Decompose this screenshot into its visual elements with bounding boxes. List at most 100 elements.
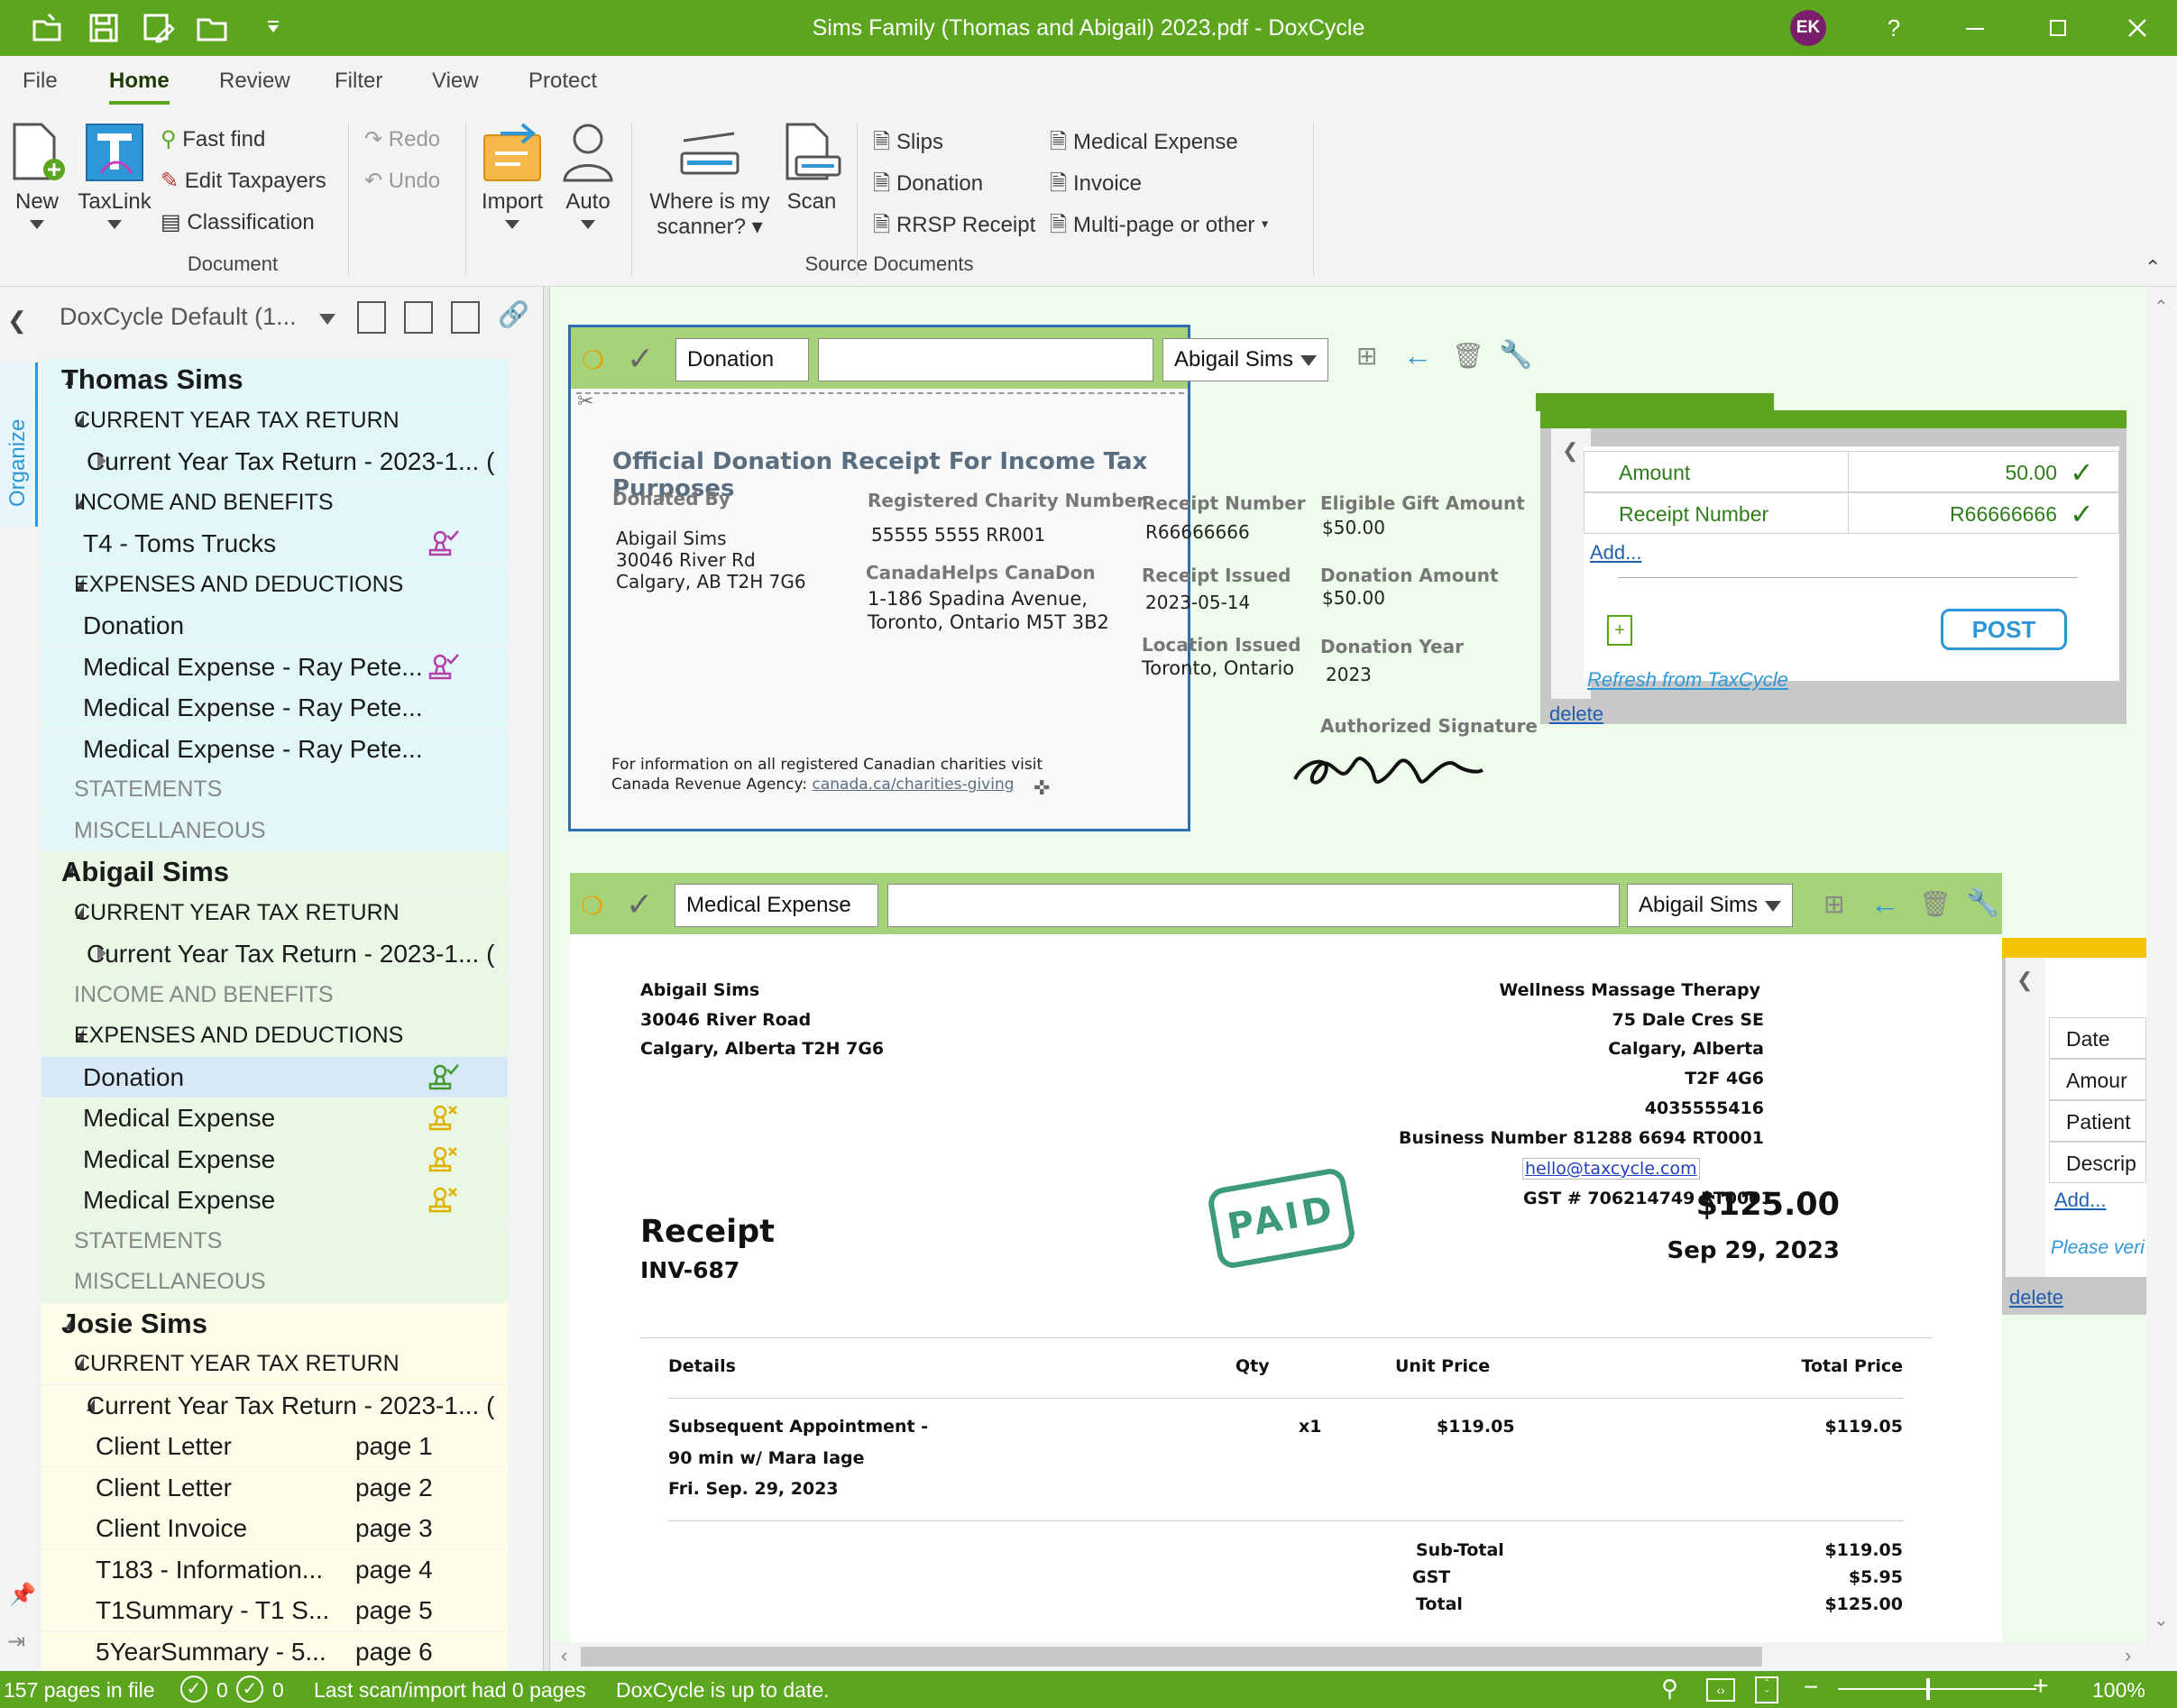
chevron-left-icon[interactable]: ❮ xyxy=(2016,969,2033,992)
tree-category[interactable]: EXPENSES AND DEDUCTIONS xyxy=(41,564,508,605)
dock-icon[interactable]: ⇥ xyxy=(7,1629,25,1655)
tree-page[interactable]: T1Summary - T1 S... page 5 xyxy=(41,1590,508,1630)
scroll-right-icon[interactable]: › xyxy=(2125,1644,2131,1667)
chevron-down-icon[interactable] xyxy=(319,314,335,325)
taxlink-small-icon[interactable]: ⊞ xyxy=(1356,341,1377,371)
donation-button[interactable]: 🗎 Donation xyxy=(873,168,983,205)
zoom-search-icon[interactable]: ⚲ xyxy=(1661,1675,1678,1703)
add-field-link[interactable]: Add... xyxy=(1590,541,1641,565)
collapse-pane-icon[interactable]: ❮ xyxy=(7,307,27,335)
auto-button[interactable]: Auto xyxy=(554,123,622,240)
tree-category[interactable]: INCOME AND BENEFITS xyxy=(41,974,508,1015)
delete-link[interactable]: delete xyxy=(2009,1286,2063,1309)
taxpayer-select[interactable]: Abigail Sims xyxy=(1627,884,1793,927)
expand-list-icon[interactable] xyxy=(451,301,480,334)
where-is-my-scanner-button[interactable]: Where is my scanner? ▾ xyxy=(640,123,779,249)
tree-page[interactable]: Client Letter page 1 xyxy=(41,1426,508,1466)
tree-page[interactable]: Client Invoice page 3 xyxy=(41,1508,508,1548)
maximize-button[interactable] xyxy=(2031,0,2085,56)
rrsp-receipt-button[interactable]: 🗎 RRSP Receipt xyxy=(873,209,1035,246)
new-document-icon[interactable]: + xyxy=(1607,615,1632,646)
minimize-button[interactable] xyxy=(1948,0,2002,56)
tree-item[interactable]: Donation xyxy=(41,1056,508,1097)
redo-button[interactable]: ↷ Redo xyxy=(364,126,440,152)
scroll-up-icon[interactable]: ⌃ xyxy=(2154,296,2169,318)
menu-file[interactable]: File xyxy=(23,69,58,94)
scrollbar-thumb[interactable] xyxy=(581,1647,1762,1667)
close-button[interactable] xyxy=(2110,0,2164,56)
tree-category[interactable]: MISCELLANEOUS xyxy=(41,810,508,851)
taxlink-small-icon[interactable]: ⊞ xyxy=(1823,889,1844,919)
delete-link[interactable]: delete xyxy=(1549,702,1603,726)
checklist-icon[interactable] xyxy=(404,301,433,334)
tree-item[interactable]: Medical Expense - Ray Pete... xyxy=(41,687,508,728)
tree-person[interactable]: Josie Sims xyxy=(41,1302,508,1344)
tree-person[interactable]: Thomas Sims xyxy=(41,359,508,399)
zoom-in-icon[interactable]: + xyxy=(2033,1671,2049,1702)
tree-item[interactable]: Medical Expense xyxy=(41,1138,508,1180)
slips-button[interactable]: 🗎 Slips xyxy=(873,126,943,163)
scroll-down-icon[interactable]: ⌄ xyxy=(2154,1609,2169,1631)
medical-expense-document[interactable]: ❍ ✓ Medical Expense Abigail Sims ⊞ ← 🗑 🔧… xyxy=(570,873,2002,1644)
taxlink-small-icon[interactable]: 🔗 xyxy=(498,299,529,329)
wrench-icon[interactable]: 🔧 xyxy=(1966,887,1999,919)
zoom-out-icon[interactable]: − xyxy=(1804,1673,1818,1702)
chevron-left-icon[interactable]: ❮ xyxy=(1562,439,1578,463)
menu-protect[interactable]: Protect xyxy=(528,69,597,94)
tree-item[interactable]: Medical Expense - Ray Pete... xyxy=(41,728,508,769)
tree-category[interactable]: CURRENT YEAR TAX RETURN xyxy=(41,399,508,441)
menu-review[interactable]: Review xyxy=(219,69,290,94)
zoom-slider[interactable] xyxy=(1838,1688,2036,1690)
field-row-date[interactable]: Date xyxy=(2049,1017,2146,1059)
menu-view[interactable]: View xyxy=(432,69,479,94)
arrow-left-icon[interactable]: ← xyxy=(1870,887,1899,921)
document-description-field[interactable] xyxy=(818,338,1153,381)
bookmark-icon[interactable]: ❍ xyxy=(581,891,603,921)
bookmark-icon[interactable]: ❍ xyxy=(582,345,604,375)
field-row-amount[interactable]: Amount 50.00 ✓ xyxy=(1584,451,2119,492)
profile-select[interactable]: DoxCycle Default (1... xyxy=(60,303,297,331)
tree-category[interactable]: STATEMENTS xyxy=(41,769,508,810)
zoom-slider-thumb[interactable] xyxy=(1926,1678,1930,1700)
tree-category[interactable]: EXPENSES AND DEDUCTIONS xyxy=(41,1015,508,1056)
tree-item[interactable]: T4 - Toms Trucks xyxy=(41,523,508,564)
undo-button[interactable]: ↶ Undo xyxy=(364,168,440,194)
tree-person[interactable]: Abigail Sims xyxy=(41,851,508,892)
trash-icon[interactable]: 🗑 xyxy=(1919,889,1952,919)
tree-page[interactable]: Client Letter page 2 xyxy=(41,1466,508,1508)
tree-category[interactable]: CURRENT YEAR TAX RETURN xyxy=(41,892,508,933)
menu-filter[interactable]: Filter xyxy=(335,69,382,94)
field-row-description[interactable]: Descrip xyxy=(2049,1142,2146,1183)
checkmark-icon[interactable]: ✓ xyxy=(627,340,654,378)
taxlink-button[interactable]: TaxLink xyxy=(78,123,152,240)
help-button[interactable]: ? xyxy=(1867,0,1921,56)
taxpayer-select[interactable]: Abigail Sims xyxy=(1162,338,1328,381)
tree-category[interactable]: STATEMENTS xyxy=(41,1220,508,1262)
document-type-field[interactable]: Donation xyxy=(675,338,809,381)
donation-document[interactable]: ❍ ✓ Donation Abigail Sims Official Donat… xyxy=(568,325,1328,831)
pane-splitter[interactable] xyxy=(543,287,550,1671)
organize-tab[interactable]: Organize xyxy=(0,363,38,527)
email-link[interactable]: hello@taxcycle.com xyxy=(1522,1158,1700,1180)
wrench-icon[interactable]: 🔧 xyxy=(1499,339,1532,371)
tree-item[interactable]: Donation xyxy=(41,605,508,646)
tree-item[interactable]: Medical Expense xyxy=(41,1180,508,1220)
collapse-all-icon[interactable] xyxy=(357,301,386,334)
tree-item[interactable]: Medical Expense xyxy=(41,1097,508,1138)
new-button[interactable]: New xyxy=(5,123,69,240)
checkmark-icon[interactable]: ✓ xyxy=(626,886,653,923)
scan-button[interactable]: Scan xyxy=(777,123,846,240)
tree-page[interactable]: 5YearSummary - 5... page 6 xyxy=(41,1630,508,1672)
user-avatar[interactable]: EK xyxy=(1790,10,1826,46)
document-type-field[interactable]: Medical Expense xyxy=(675,884,878,927)
trash-icon[interactable]: 🗑 xyxy=(1452,341,1484,371)
invoice-button[interactable]: 🗎 Invoice xyxy=(1050,168,1142,205)
scroll-left-icon[interactable]: ‹ xyxy=(561,1644,567,1667)
field-row-amount[interactable]: Amour xyxy=(2049,1059,2146,1100)
arrow-left-icon[interactable]: ← xyxy=(1403,339,1432,372)
field-row-patient[interactable]: Patient xyxy=(2049,1100,2146,1142)
edit-taxpayers-button[interactable]: ✎ Edit Taxpayers xyxy=(161,168,326,194)
tree-item[interactable]: Current Year Tax Return - 2023-1... ( xyxy=(41,1384,508,1426)
classification-button[interactable]: ▤ Classification xyxy=(161,209,315,235)
add-field-link[interactable]: Add... xyxy=(2054,1189,2106,1212)
